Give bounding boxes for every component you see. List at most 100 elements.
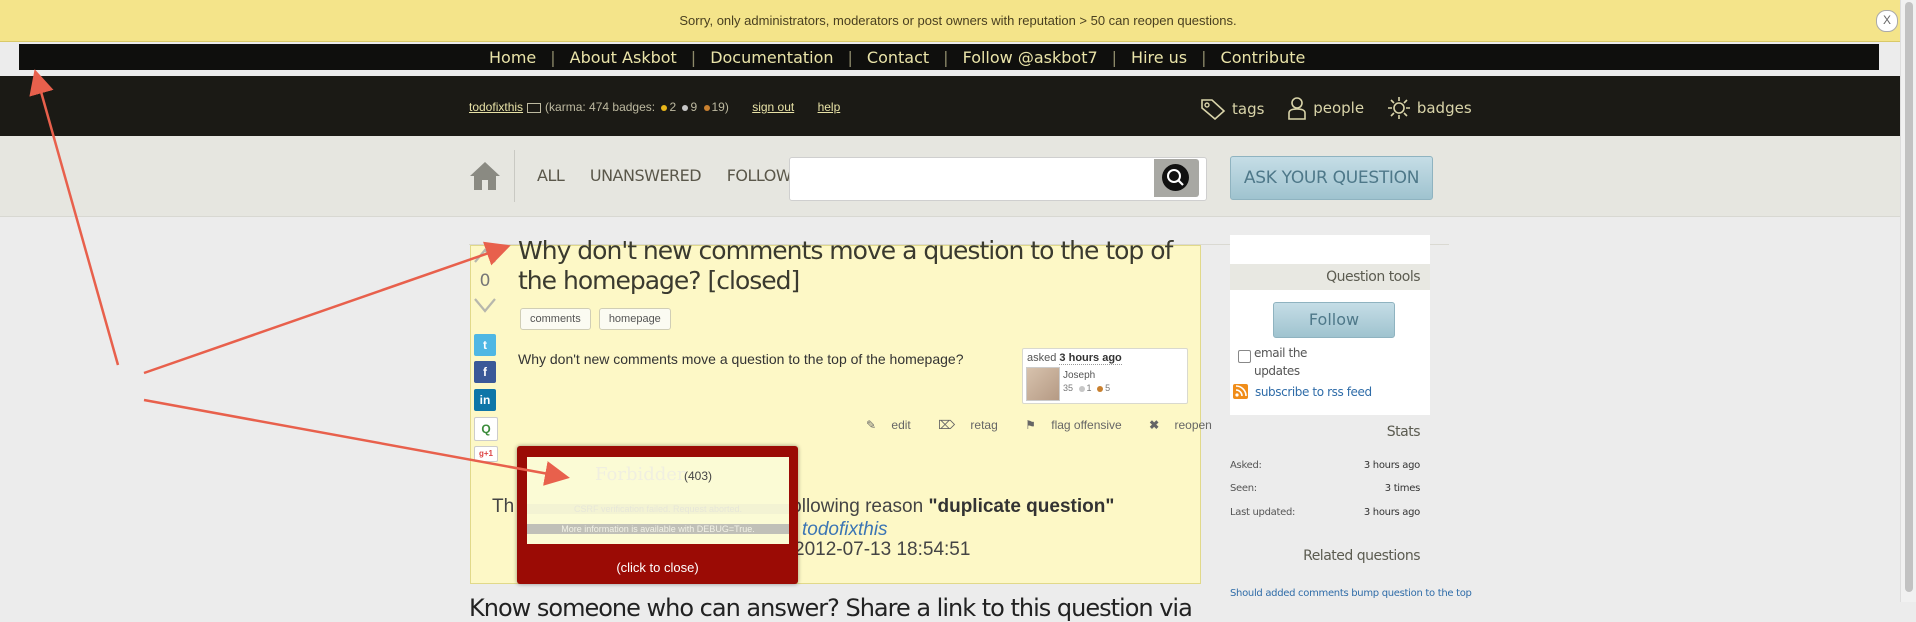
badges-nav-item[interactable]: badges: [1387, 96, 1472, 120]
nav-separator: |: [1201, 48, 1207, 67]
people-nav-item[interactable]: people: [1287, 96, 1364, 120]
x-icon: ✖: [1149, 418, 1160, 432]
nav-documentation-link[interactable]: Documentation: [710, 48, 833, 67]
asked-line: asked 3 hours ago: [1027, 352, 1122, 365]
tag-list: comments homepage: [520, 308, 676, 330]
email-updates-label: email the updates: [1254, 344, 1307, 380]
asked-label: asked: [1027, 352, 1057, 364]
popup-close-link[interactable]: (click to close): [517, 560, 798, 575]
badges-nav-label: badges: [1416, 99, 1472, 117]
user-bar: todofixthis (karma: 474 badges: 2 9 19) s…: [469, 100, 840, 114]
nav-separator: |: [550, 48, 556, 67]
bronze-badge-icon: [1097, 385, 1104, 392]
stat-seen-label: Seen:: [1230, 483, 1257, 494]
gold-badge-icon: [661, 104, 668, 111]
stat-seen-value: 3 times: [1384, 483, 1421, 494]
scrollbar-thumb[interactable]: [1905, 2, 1913, 592]
karma-text: (karma: 474 badges:: [545, 100, 656, 114]
email-updates-checkbox[interactable]: [1238, 350, 1251, 363]
facebook-share-icon[interactable]: f: [474, 361, 496, 383]
email-label-line2: updates: [1254, 364, 1300, 378]
badge-icon: [1387, 97, 1410, 119]
vote-down-icon[interactable]: [474, 296, 496, 314]
nav-contact-link[interactable]: Contact: [867, 48, 929, 67]
site-header: [0, 76, 1900, 136]
stat-asked: Asked: 3 hours ago: [1230, 460, 1420, 471]
help-link[interactable]: help: [818, 100, 841, 114]
linkedin-share-icon[interactable]: in: [474, 389, 496, 411]
question-body: Why don't new comments move a question t…: [518, 351, 964, 367]
nav-home-link[interactable]: Home: [489, 48, 536, 67]
tag-comments[interactable]: comments: [520, 308, 591, 330]
tags-nav-label: tags: [1232, 100, 1265, 118]
vote-count: 0: [479, 271, 491, 291]
pencil-icon: ✎: [866, 418, 877, 432]
nav-separator: |: [943, 48, 949, 67]
meta-nav: tags people badges: [1200, 96, 1490, 124]
scope-unanswered[interactable]: UNANSWERED: [590, 166, 702, 185]
nav-hire-link[interactable]: Hire us: [1131, 48, 1187, 67]
twitter-share-icon[interactable]: t: [474, 334, 496, 356]
flag-action[interactable]: ⚑ flag offensive: [1025, 418, 1134, 432]
flag-icon: ⚑: [1025, 418, 1036, 432]
search-icon: [1162, 164, 1189, 191]
popup-debug-message: More information is available with DEBUG…: [527, 524, 789, 534]
rss-icon[interactable]: [1233, 384, 1248, 399]
username-link[interactable]: todofixthis: [469, 100, 523, 114]
ask-question-button[interactable]: ASK YOUR QUESTION: [1230, 156, 1433, 200]
nav-separator: |: [1111, 48, 1118, 67]
tag-icon: [1201, 99, 1226, 120]
close-reason-value: "duplicate question": [928, 496, 1115, 517]
stats-heading-text: Stats: [1386, 424, 1421, 440]
scope-all[interactable]: ALL: [537, 166, 565, 185]
search-input[interactable]: [789, 157, 1207, 201]
silver-count: 9: [690, 100, 698, 114]
author-name[interactable]: Joseph: [1063, 370, 1095, 381]
author-rep: 35: [1063, 383, 1074, 393]
signout-link[interactable]: sign out: [752, 100, 794, 114]
rss-link[interactable]: subscribe to rss feed: [1255, 385, 1372, 399]
identica-share-icon[interactable]: Q: [474, 417, 498, 441]
edit-action[interactable]: ✎ edit: [866, 418, 923, 432]
popup-code: (403): [684, 469, 713, 483]
flag-label: flag offensive: [1051, 418, 1122, 432]
retag-action[interactable]: ⌦ retag: [938, 418, 1010, 432]
author-bronze-count: 5: [1105, 383, 1111, 393]
author-silver-count: 1: [1086, 383, 1092, 393]
stats-heading: Stats: [1230, 419, 1430, 445]
tags-nav-item[interactable]: tags: [1200, 98, 1264, 120]
gold-count: 2: [669, 100, 677, 114]
question-title[interactable]: Why don't new comments move a question t…: [518, 236, 1188, 296]
question-tools-heading-text: Question tools: [1326, 269, 1420, 285]
nav-follow-link[interactable]: Follow @askbot7: [963, 48, 1098, 67]
gplus-share-icon[interactable]: g+1: [474, 446, 498, 462]
related-question-link[interactable]: Should added comments bump question to t…: [1230, 588, 1472, 599]
stat-seen: Seen: 3 times: [1230, 483, 1420, 494]
notification-text: Sorry, only administrators, moderators o…: [679, 13, 1237, 28]
bronze-count: 19): [711, 100, 729, 114]
tag-homepage[interactable]: homepage: [598, 308, 671, 330]
edit-label: edit: [891, 418, 911, 432]
home-icon[interactable]: [469, 160, 501, 192]
popup-message: CSRF verification failed. Request aborte…: [527, 504, 789, 514]
avatar[interactable]: [1026, 367, 1060, 401]
retag-label: retag: [970, 418, 998, 432]
stat-updated: Last updated: 3 hours ago: [1230, 507, 1420, 518]
tag-icon: ⌦: [938, 418, 956, 432]
search-button[interactable]: [1154, 159, 1199, 197]
reopen-label: reopen: [1174, 418, 1212, 432]
reopen-action[interactable]: ✖ reopen: [1149, 418, 1224, 432]
follow-button[interactable]: Follow: [1273, 302, 1395, 338]
closed-by-user[interactable]: todofixthis: [802, 519, 888, 541]
stat-updated-value: 3 hours ago: [1363, 507, 1420, 518]
top-nav-bar: Home | About Askbot | Documentation | Contact |…: [19, 44, 1879, 70]
nav-contribute-link[interactable]: Contribute: [1221, 48, 1306, 67]
nav-about-link[interactable]: About Askbot: [570, 48, 677, 67]
nav-separator: |: [847, 48, 853, 67]
forbidden-popup[interactable]: Forbidden (403) CSRF verification failed…: [517, 446, 798, 584]
vote-up-icon[interactable]: [474, 246, 496, 264]
mail-icon[interactable]: [527, 102, 542, 113]
related-heading-text: Related questions: [1303, 548, 1420, 564]
scrollbar[interactable]: [1900, 0, 1916, 602]
notification-close-button[interactable]: X: [1876, 10, 1898, 32]
